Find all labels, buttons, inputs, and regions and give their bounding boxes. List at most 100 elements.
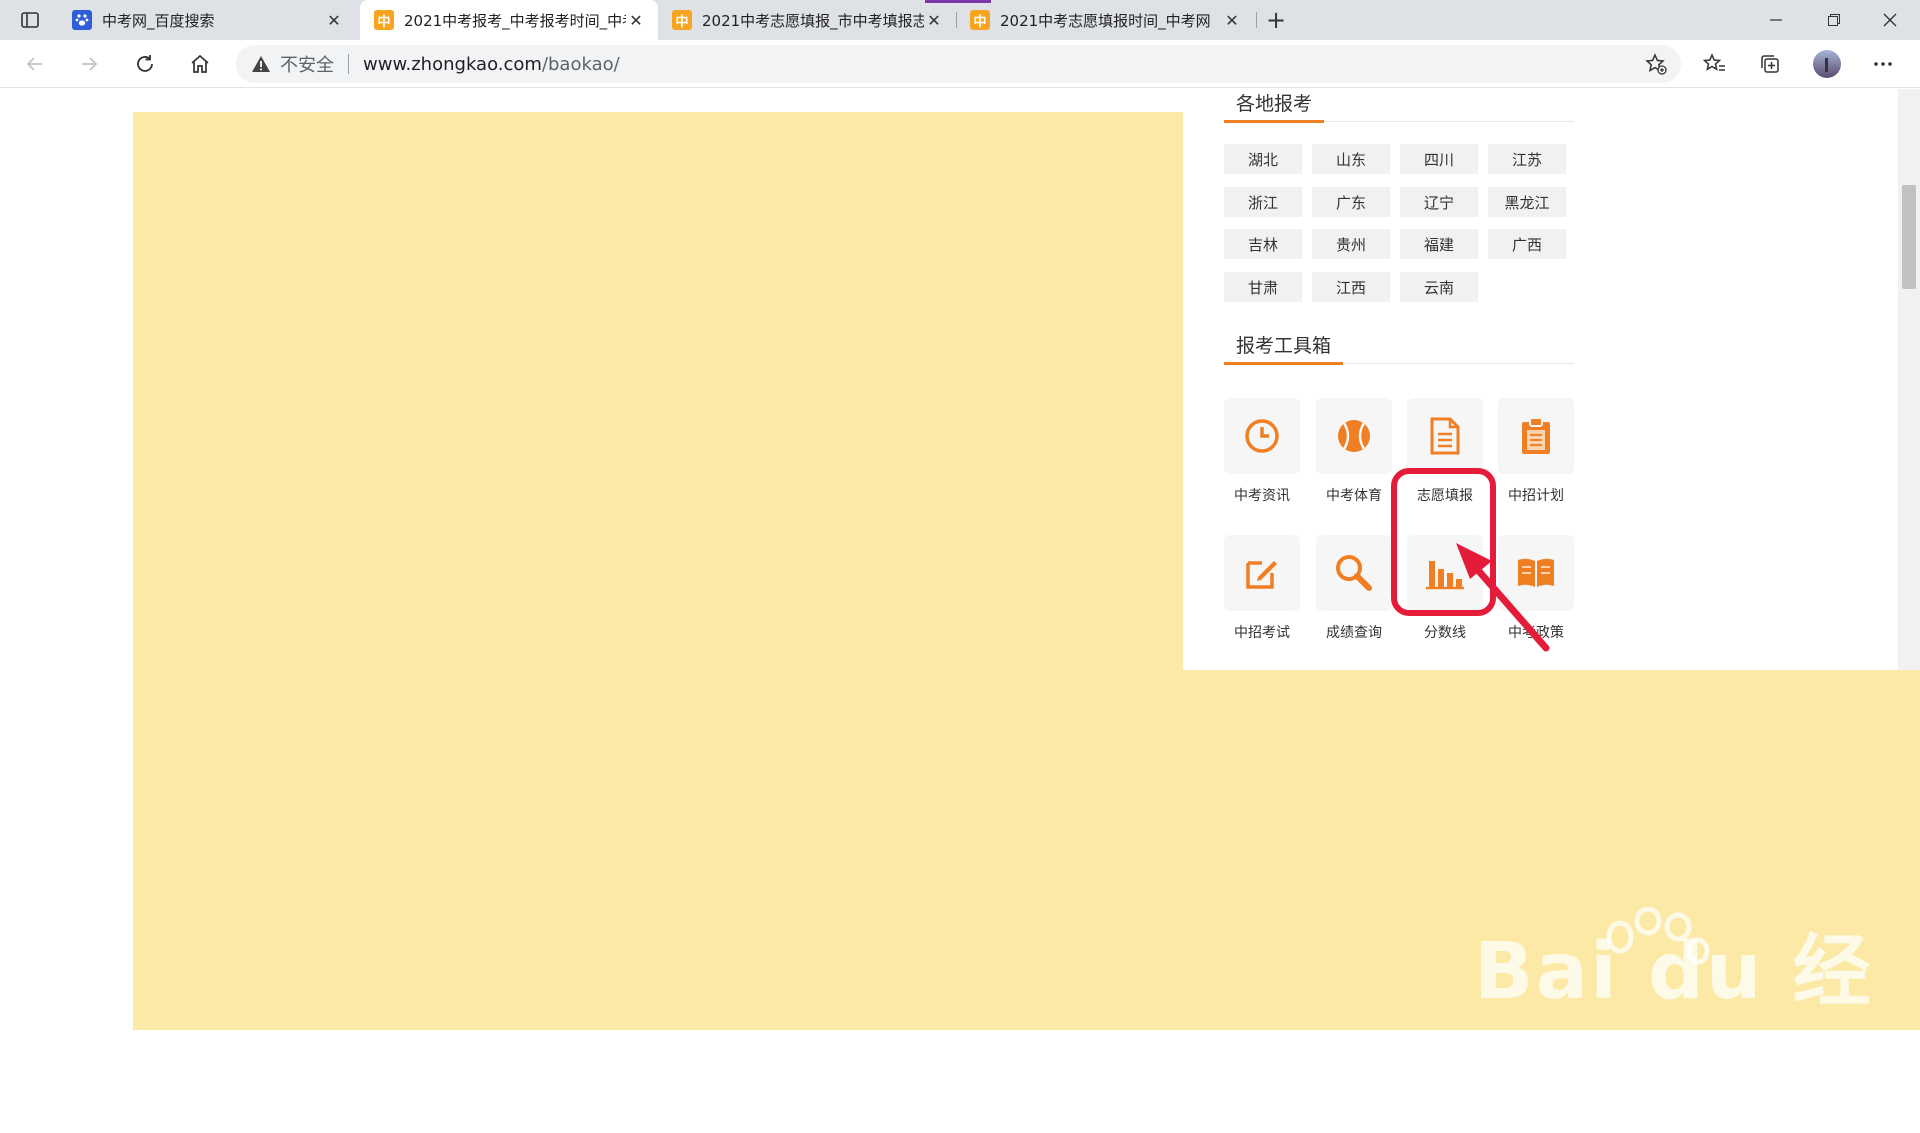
region-button[interactable]: 吉林 — [1224, 229, 1302, 259]
tab-title: 2021中考报考_中考报考时间_中考 — [404, 11, 626, 30]
window-close-button[interactable] — [1862, 0, 1918, 40]
clock-icon — [1245, 419, 1279, 453]
close-icon — [1883, 13, 1897, 27]
favorites-button[interactable] — [1698, 48, 1732, 80]
region-button[interactable]: 甘肃 — [1224, 272, 1302, 302]
warning-icon — [250, 53, 272, 75]
region-button[interactable]: 江西 — [1312, 272, 1390, 302]
tool-label: 成绩查询 — [1326, 625, 1382, 641]
region-button[interactable]: 贵州 — [1312, 229, 1390, 259]
tool-tile — [1224, 535, 1300, 611]
tool-tile — [1224, 398, 1300, 474]
favorites-icon — [1703, 53, 1725, 71]
back-button[interactable] — [18, 48, 52, 80]
minimize-icon — [1770, 19, 1782, 21]
url-path: /baokao/ — [541, 53, 620, 75]
tool-exam[interactable]: 中招考试 — [1224, 535, 1300, 647]
region-button[interactable]: 山东 — [1312, 144, 1390, 174]
ball-icon — [1338, 420, 1370, 452]
browser-toolbar: 不安全 www.zhongkao.com /baokao/ — [0, 40, 1920, 88]
zhongkao-icon: 中 — [672, 10, 692, 30]
tool-news[interactable]: 中考资讯 — [1224, 398, 1300, 510]
arrow-left-icon — [26, 57, 42, 71]
close-tab-icon[interactable]: ✕ — [924, 10, 944, 30]
forward-button[interactable] — [72, 48, 106, 80]
tab-strip: 中考网_百度搜索 ✕ 中 2021中考报考_中考报考时间_中考 ✕ 中 2021… — [0, 0, 1920, 40]
url-host: www.zhongkao.com — [363, 53, 542, 75]
watermark-url: jingyan.baidu.com — [1476, 1031, 1846, 1077]
toolbox-title: 报考工具箱 — [1224, 331, 1344, 365]
region-button[interactable]: 福建 — [1400, 229, 1478, 259]
region-button[interactable]: 辽宁 — [1400, 187, 1478, 217]
tool-tile — [1316, 398, 1392, 474]
region-button[interactable]: 四川 — [1400, 144, 1478, 174]
close-tab-icon[interactable]: ✕ — [324, 10, 344, 30]
restore-button[interactable] — [1806, 0, 1862, 40]
region-button[interactable]: 云南 — [1400, 272, 1478, 302]
home-icon — [191, 54, 209, 73]
tool-label: 中考体育 — [1326, 488, 1382, 504]
tab-separator — [1256, 12, 1257, 28]
tool-tile — [1316, 535, 1392, 611]
collections-button[interactable] — [1753, 48, 1787, 80]
close-tab-icon[interactable]: ✕ — [626, 10, 646, 30]
tool-score-query[interactable]: 成绩查询 — [1316, 535, 1392, 647]
tab-title: 2021中考志愿填报_市中考填报志 — [702, 11, 924, 30]
tab-2[interactable]: 中 2021中考报考_中考报考时间_中考 ✕ — [360, 0, 658, 40]
address-bar[interactable]: 不安全 www.zhongkao.com /baokao/ — [236, 45, 1681, 83]
search-icon — [1336, 555, 1372, 591]
region-button[interactable]: 江苏 — [1488, 144, 1566, 174]
region-button[interactable]: 广西 — [1488, 229, 1566, 259]
toolbox-section-header: 报考工具箱 — [1224, 329, 1574, 365]
region-button[interactable]: 黑龙江 — [1488, 187, 1566, 217]
page-viewport: 各地报考 湖北 山东 四川 江苏 浙江 广东 辽宁 黑龙江 吉林 贵州 福建 广… — [0, 87, 1920, 1129]
tool-enrollment-plan[interactable]: 中招计划 — [1498, 398, 1574, 510]
tab-title: 中考网_百度搜索 — [102, 11, 215, 30]
settings-more-button[interactable] — [1866, 48, 1900, 80]
tool-tile — [1498, 398, 1574, 474]
collections-icon — [1761, 55, 1779, 73]
address-divider — [348, 54, 349, 74]
document-icon — [1430, 417, 1460, 455]
edit-icon — [1246, 561, 1277, 589]
avatar — [1813, 50, 1841, 78]
tab-title: 2021中考志愿填报时间_中考网 — [1000, 11, 1211, 30]
loading-accent — [925, 0, 991, 3]
minimize-button[interactable] — [1748, 0, 1804, 40]
clipboard-icon — [1522, 417, 1550, 454]
zhongkao-icon: 中 — [970, 10, 990, 30]
reload-button[interactable] — [128, 48, 162, 80]
security-label[interactable]: 不安全 — [280, 51, 334, 77]
add-favorite-icon[interactable] — [1645, 53, 1667, 75]
tab-4[interactable]: 中 2021中考志愿填报时间_中考网 ✕ — [956, 0, 1254, 40]
home-button[interactable] — [183, 48, 217, 80]
tab-actions-icon — [21, 12, 39, 28]
reload-icon — [137, 55, 153, 72]
scrollbar[interactable] — [1898, 89, 1920, 670]
region-button[interactable]: 浙江 — [1224, 187, 1302, 217]
close-tab-icon[interactable]: ✕ — [1222, 10, 1242, 30]
regions-title: 各地报考 — [1224, 89, 1325, 123]
tab-actions-button[interactable] — [16, 8, 44, 32]
tool-label: 中招考试 — [1234, 625, 1290, 641]
tab-1[interactable]: 中考网_百度搜索 ✕ — [58, 0, 356, 40]
baidu-paw-icon — [72, 10, 92, 30]
tool-label: 中考资讯 — [1234, 488, 1290, 504]
region-button[interactable]: 广东 — [1312, 187, 1390, 217]
region-button[interactable]: 湖北 — [1224, 144, 1302, 174]
tool-sports[interactable]: 中考体育 — [1316, 398, 1392, 510]
more-icon — [1874, 62, 1892, 66]
tool-label: 中招计划 — [1508, 488, 1564, 504]
regions-section-header: 各地报考 — [1224, 87, 1574, 123]
watermark-logo: Bai du 经验 — [1474, 927, 1873, 1129]
zhongkao-icon: 中 — [374, 10, 394, 30]
arrow-right-icon — [82, 57, 98, 71]
restore-icon — [1828, 14, 1840, 26]
tool-tile — [1407, 398, 1483, 474]
pointer-arrow-icon — [1456, 543, 1550, 652]
scrollbar-thumb[interactable] — [1902, 185, 1916, 289]
profile-button[interactable] — [1810, 48, 1844, 80]
tab-3[interactable]: 中 2021中考志愿填报_市中考填报志 ✕ — [658, 0, 956, 40]
yellow-overlay — [133, 112, 1183, 670]
new-tab-button[interactable]: + — [1262, 6, 1290, 34]
